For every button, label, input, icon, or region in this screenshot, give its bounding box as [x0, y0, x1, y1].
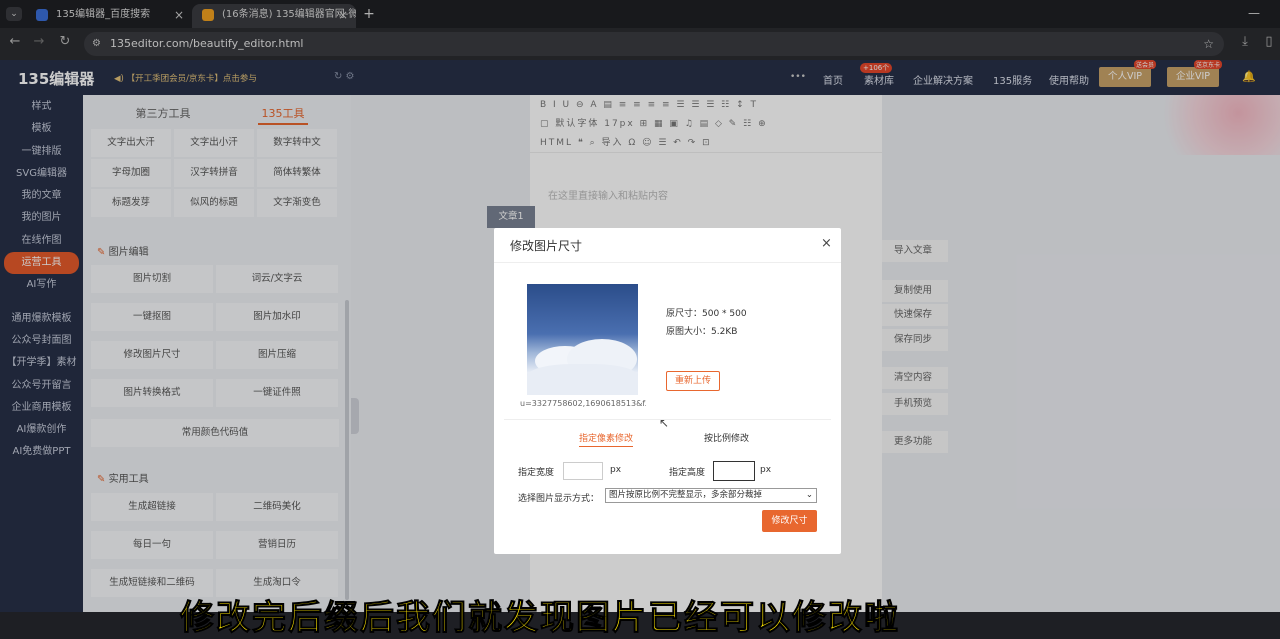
height-input[interactable] [713, 461, 755, 481]
chevron-down-icon: ⌄ [805, 490, 813, 500]
original-size-label: 原尺寸： [666, 309, 703, 319]
file-size-label: 原图大小： [666, 327, 712, 337]
width-label: 指定宽度 [518, 468, 555, 478]
width-input[interactable] [563, 462, 603, 480]
height-unit: px [760, 465, 772, 475]
resize-submit-button[interactable]: 修改尺寸 [762, 510, 817, 532]
original-size-row: 原尺寸：500 * 500 [666, 306, 747, 319]
mouse-cursor-icon: ↖ [659, 416, 670, 430]
tab-pixel-resize[interactable]: 指定像素修改 [579, 431, 634, 447]
tab-ratio-resize[interactable]: 按比例修改 [704, 431, 749, 444]
video-subtitle: 修改完后缀后我们就发现图片已经可以修改啦 [180, 598, 900, 639]
close-icon[interactable]: × [821, 236, 832, 251]
dialog-header-divider [494, 262, 841, 263]
display-mode-label: 选择图片显示方式： [518, 494, 600, 504]
dialog-title: 修改图片尺寸 [510, 239, 583, 253]
image-filename: u=3327758602,1690618513&f... [520, 399, 646, 408]
file-size-value: 5.2KB [711, 327, 738, 337]
image-preview [527, 284, 638, 395]
resize-image-dialog: 修改图片尺寸 × u=3327758602,1690618513&f... 原尺… [494, 228, 841, 554]
reupload-button[interactable]: 重新上传 [666, 371, 720, 391]
file-size-row: 原图大小：5.2KB [666, 324, 737, 337]
width-unit: px [610, 465, 622, 475]
display-mode-select[interactable]: 图片按原比例不完整显示，多余部分裁掉 ⌄ [605, 488, 817, 503]
height-label: 指定高度 [669, 468, 706, 478]
display-mode-value: 图片按原比例不完整显示，多余部分裁掉 [609, 490, 763, 500]
original-size-value: 500 * 500 [702, 309, 747, 319]
